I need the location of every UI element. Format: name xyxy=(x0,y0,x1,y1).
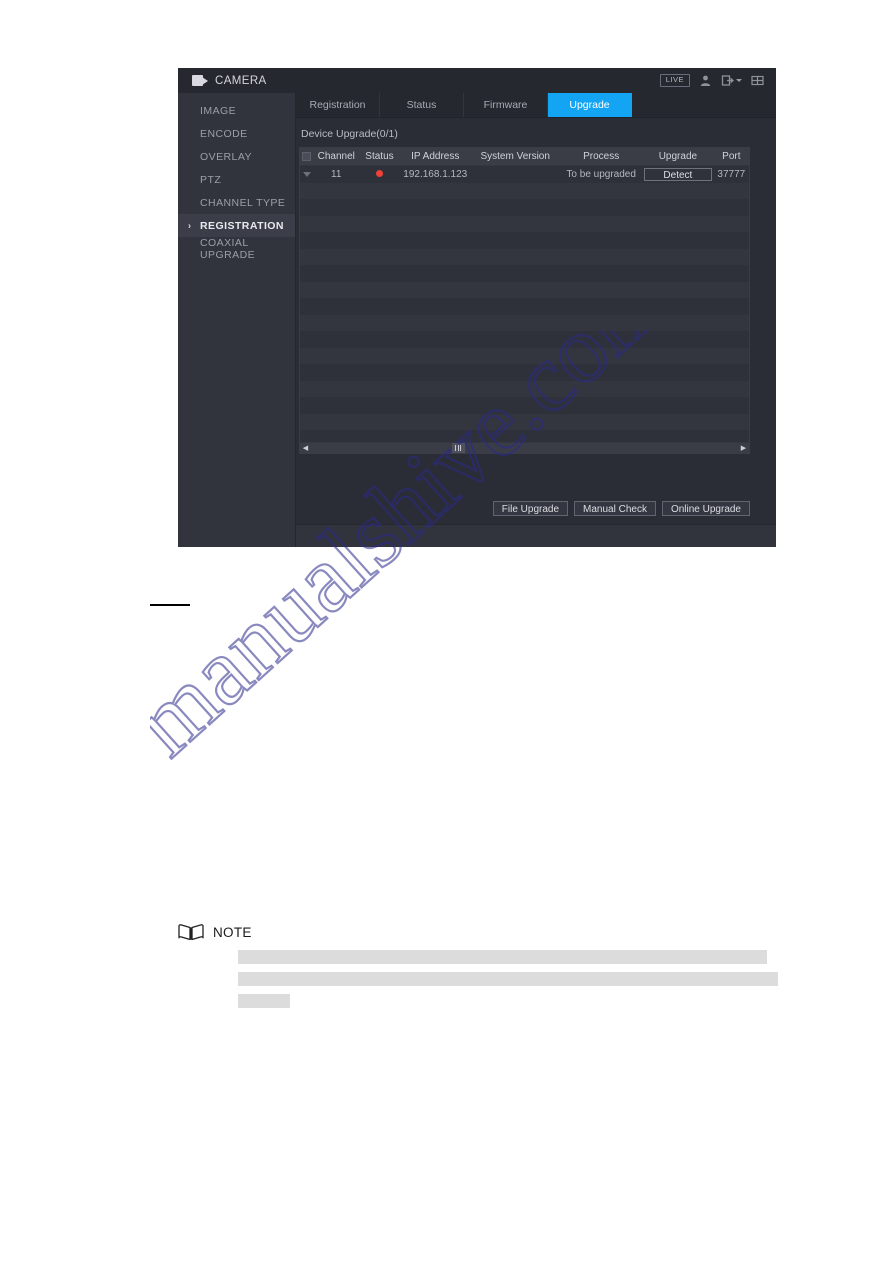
upgrade-panel: Device Upgrade(0/1) Channel Status IP Ad… xyxy=(296,118,776,516)
online-upgrade-button[interactable]: Online Upgrade xyxy=(661,501,750,516)
logout-dropdown-group[interactable] xyxy=(721,74,742,87)
note-block: NOTE xyxy=(178,921,788,1016)
table-row-empty xyxy=(300,182,749,199)
table-row-empty xyxy=(300,380,749,397)
window-footer xyxy=(296,524,776,547)
sidebar-item-overlay[interactable]: › OVERLAY xyxy=(178,145,295,168)
sidebar: › IMAGE › ENCODE › OVERLAY › PTZ › CHANN… xyxy=(178,93,296,547)
table-row-empty xyxy=(300,298,749,315)
note-redacted-bar xyxy=(238,950,767,964)
book-icon xyxy=(178,923,204,941)
table-row-empty xyxy=(300,397,749,414)
scroll-right-arrow-icon[interactable]: ▶ xyxy=(738,443,749,454)
table-row-empty xyxy=(300,199,749,216)
status-dot-icon xyxy=(375,169,383,177)
column-header-status: Status xyxy=(365,151,394,162)
select-all-checkbox[interactable] xyxy=(300,152,314,161)
table-row-empty xyxy=(300,364,749,381)
detect-button[interactable]: Detect xyxy=(643,167,712,181)
tab-firmware[interactable]: Firmware xyxy=(464,93,548,117)
table-row-empty xyxy=(300,331,749,348)
column-header-upgrade: Upgrade xyxy=(658,151,698,162)
sidebar-item-label: OVERLAY xyxy=(200,150,252,163)
page-title: CAMERA xyxy=(215,74,267,87)
table-row-empty xyxy=(300,265,749,282)
user-icon[interactable] xyxy=(699,74,712,87)
video-camera-icon xyxy=(192,75,208,86)
grid-apps-icon[interactable] xyxy=(751,74,764,87)
table-empty-rows xyxy=(300,182,749,453)
window-titlebar: CAMERA LIVE xyxy=(178,68,776,94)
horizontal-scrollbar[interactable]: ◀ ▶ xyxy=(300,442,749,453)
cell-process: To be upgraded xyxy=(566,168,636,180)
sidebar-item-label: REGISTRATION xyxy=(200,219,284,232)
scroll-left-arrow-icon[interactable]: ◀ xyxy=(300,443,311,454)
table-row-empty xyxy=(300,248,749,265)
table-row-empty xyxy=(300,281,749,298)
tab-status[interactable]: Status xyxy=(380,93,464,117)
device-upgrade-label: Device Upgrade(0/1) xyxy=(301,128,398,140)
sidebar-item-channel-type[interactable]: › CHANNEL TYPE xyxy=(178,191,295,214)
scrollbar-track[interactable] xyxy=(311,442,738,453)
logout-icon[interactable] xyxy=(721,74,734,87)
cell-port: 37777 xyxy=(717,168,746,180)
table-row-empty xyxy=(300,413,749,430)
chevron-right-icon: › xyxy=(188,220,192,230)
column-header-channel: Channel xyxy=(317,151,355,162)
sidebar-item-label: ENCODE xyxy=(200,127,248,140)
tab-bar-filler xyxy=(632,93,776,117)
table-row-empty xyxy=(300,314,749,331)
device-ui-window: CAMERA LIVE IMAGE ENCODE OVERLAY PTZ CHA… xyxy=(178,68,776,547)
note-redacted-lines xyxy=(178,943,788,1008)
tab-upgrade[interactable]: Upgrade xyxy=(548,93,632,117)
table-row-empty xyxy=(300,232,749,249)
titlebar-right-group: LIVE xyxy=(659,74,776,87)
tab-registration[interactable]: Registration xyxy=(296,93,380,117)
sidebar-item-encode[interactable]: › ENCODE xyxy=(178,122,295,145)
live-badge[interactable]: LIVE xyxy=(659,74,690,87)
table-row[interactable]: 11 192.168.1.123 To be upgraded Detect 3… xyxy=(300,166,749,183)
cell-ip-address: 192.168.1.123 xyxy=(403,168,468,180)
tab-bar: Registration Status Firmware Upgrade xyxy=(296,93,776,118)
scrollbar-thumb[interactable] xyxy=(451,442,465,453)
column-header-system-version: System Version xyxy=(480,151,550,162)
titlebar-left-group: CAMERA xyxy=(178,75,267,87)
file-upgrade-button[interactable]: File Upgrade xyxy=(492,501,569,516)
sidebar-item-label: IMAGE xyxy=(200,104,237,117)
chevron-down-icon[interactable] xyxy=(736,79,742,82)
cell-channel: 11 xyxy=(331,168,342,180)
sidebar-item-coaxial-upgrade[interactable]: › COAXIAL UPGRADE xyxy=(178,236,295,261)
sidebar-item-label: CHANNEL TYPE xyxy=(200,196,286,209)
table-row-empty xyxy=(300,347,749,364)
column-header-process: Process xyxy=(583,151,620,162)
device-upgrade-table: Channel Status IP Address System Version… xyxy=(299,147,750,454)
sidebar-item-ptz[interactable]: › PTZ xyxy=(178,168,295,191)
cell-upgrade: Detect xyxy=(642,167,714,181)
sidebar-item-label: COAXIAL UPGRADE xyxy=(200,236,256,261)
note-title: NOTE xyxy=(213,924,252,940)
row-expand-toggle[interactable] xyxy=(300,171,314,177)
cell-status xyxy=(359,169,401,180)
column-header-ip-address: IP Address xyxy=(411,151,460,162)
action-button-row: File Upgrade Manual Check Online Upgrade xyxy=(492,501,750,516)
sidebar-item-label: PTZ xyxy=(200,173,222,186)
manual-check-button[interactable]: Manual Check xyxy=(574,501,656,516)
sidebar-item-image[interactable]: › IMAGE xyxy=(178,99,295,122)
table-header-row: Channel Status IP Address System Version… xyxy=(300,148,749,166)
column-header-port: Port xyxy=(722,151,741,162)
note-header: NOTE xyxy=(178,921,788,943)
table-row-empty xyxy=(300,215,749,232)
sidebar-item-registration[interactable]: › REGISTRATION xyxy=(178,214,295,237)
document-rule xyxy=(150,604,190,606)
note-redacted-bar xyxy=(238,972,778,986)
note-redacted-bar xyxy=(238,994,290,1008)
content-panel: Registration Status Firmware Upgrade Dev… xyxy=(296,93,776,547)
